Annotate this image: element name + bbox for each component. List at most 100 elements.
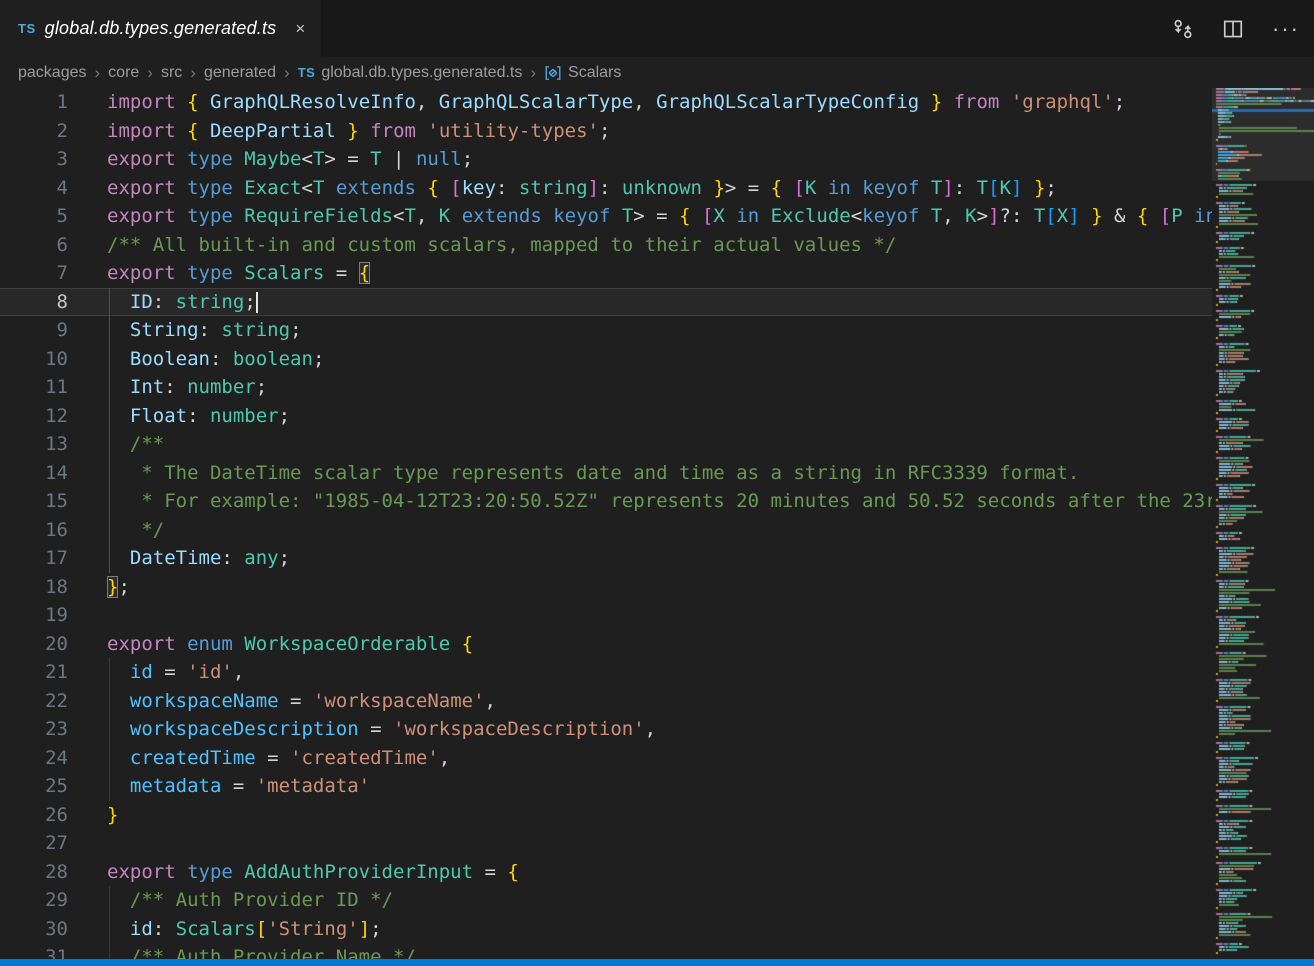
- code-line[interactable]: 12 Float: number;: [0, 402, 1212, 431]
- code-text: * For example: "1985-04-12T23:20:50.52Z"…: [107, 490, 1212, 512]
- code-line[interactable]: 26}: [0, 801, 1212, 830]
- open-changes-icon[interactable]: [1172, 18, 1194, 40]
- code-text: export type Scalars = {: [107, 262, 370, 284]
- chevron-right-icon: ›: [284, 64, 290, 81]
- line-number[interactable]: 29: [0, 886, 68, 915]
- line-number[interactable]: 12: [0, 402, 68, 431]
- line-number[interactable]: 21: [0, 658, 68, 687]
- code-text: import { GraphQLResolveInfo, GraphQLScal…: [107, 91, 1125, 113]
- code-line[interactable]: 9 String: string;: [0, 316, 1212, 345]
- breadcrumb-symbol-name: Scalars: [568, 64, 621, 82]
- breadcrumb-file[interactable]: TS global.db.types.generated.ts: [298, 64, 523, 82]
- code-line[interactable]: 1 import { GraphQLResolveInfo, GraphQLSca…: [0, 88, 1212, 117]
- code-line[interactable]: 24 createdTime = 'createdTime',: [0, 744, 1212, 773]
- line-number[interactable]: 19: [0, 601, 68, 630]
- code-text: */: [107, 519, 164, 541]
- line-number[interactable]: 5: [0, 202, 68, 231]
- code-line[interactable]: 15 * For example: "1985-04-12T23:20:50.5…: [0, 487, 1212, 516]
- line-number[interactable]: 6: [0, 231, 68, 260]
- code-line[interactable]: 21 id = 'id',: [0, 658, 1212, 687]
- line-number[interactable]: 27: [0, 829, 68, 858]
- code-line[interactable]: 7 export type Scalars = {: [0, 259, 1212, 288]
- more-actions-icon[interactable]: ···: [1272, 16, 1300, 42]
- line-number[interactable]: 10: [0, 345, 68, 374]
- code-text: id: Scalars['String'];: [107, 918, 382, 940]
- line-number[interactable]: 26: [0, 801, 68, 830]
- line-number[interactable]: 8: [0, 288, 68, 317]
- code-line[interactable]: 19: [0, 601, 1212, 630]
- line-number[interactable]: 23: [0, 715, 68, 744]
- code-text: id = 'id',: [107, 661, 244, 683]
- line-number[interactable]: 11: [0, 373, 68, 402]
- code-line[interactable]: 30 id: Scalars['String'];: [0, 915, 1212, 944]
- line-number[interactable]: 15: [0, 487, 68, 516]
- tab-bar: TS global.db.types.generated.ts ×: [0, 0, 1314, 57]
- code-line[interactable]: 22 workspaceName = 'workspaceName',: [0, 687, 1212, 716]
- typescript-file-icon: TS: [18, 21, 36, 36]
- code-line[interactable]: 28 export type AddAuthProviderInput = {: [0, 858, 1212, 887]
- code-text: /** Auth Provider ID */: [107, 889, 393, 911]
- code-line[interactable]: 3 export type Maybe<T> = T | null;: [0, 145, 1212, 174]
- code-text: /**: [107, 433, 164, 455]
- code-line[interactable]: 18};: [0, 573, 1212, 602]
- code-text: workspaceDescription = 'workspaceDescrip…: [107, 718, 656, 740]
- breadcrumb-symbol[interactable]: Scalars: [544, 64, 621, 82]
- breadcrumb-src[interactable]: src: [161, 64, 182, 82]
- code-line[interactable]: 8 ID: string;: [0, 288, 1212, 317]
- code-text: Float: number;: [107, 405, 290, 427]
- code-line[interactable]: 23 workspaceDescription = 'workspaceDesc…: [0, 715, 1212, 744]
- line-number[interactable]: 4: [0, 174, 68, 203]
- minimap[interactable]: [1212, 88, 1314, 959]
- tab-close-icon[interactable]: ×: [295, 20, 305, 37]
- line-number[interactable]: 30: [0, 915, 68, 944]
- code-text: };: [107, 576, 130, 598]
- code-line[interactable]: 20 export enum WorkspaceOrderable {: [0, 630, 1212, 659]
- code-line[interactable]: 29 /** Auth Provider ID */: [0, 886, 1212, 915]
- breadcrumb-file-name: global.db.types.generated.ts: [321, 64, 522, 82]
- indent-guide: [109, 658, 110, 801]
- code-line[interactable]: 2import { DeepPartial } from 'utility-ty…: [0, 117, 1212, 146]
- code-line[interactable]: 27: [0, 829, 1212, 858]
- tab-global-db-types[interactable]: TS global.db.types.generated.ts ×: [0, 0, 321, 57]
- code-text: Boolean: boolean;: [107, 348, 324, 370]
- code-area[interactable]: 1 import { GraphQLResolveInfo, GraphQLSca…: [0, 88, 1212, 966]
- line-number[interactable]: 18: [0, 573, 68, 602]
- line-number[interactable]: 24: [0, 744, 68, 773]
- breadcrumb-packages[interactable]: packages: [18, 64, 87, 82]
- indent-guide: [109, 288, 110, 573]
- status-bar[interactable]: [0, 959, 1314, 966]
- code-line[interactable]: 13 /**: [0, 430, 1212, 459]
- code-text: DateTime: any;: [107, 547, 290, 569]
- code-line[interactable]: 17 DateTime: any;: [0, 544, 1212, 573]
- breadcrumb-core[interactable]: core: [108, 64, 139, 82]
- code-line[interactable]: 16 */: [0, 516, 1212, 545]
- line-number[interactable]: 20: [0, 630, 68, 659]
- line-number[interactable]: 22: [0, 687, 68, 716]
- line-number[interactable]: 25: [0, 772, 68, 801]
- code-line[interactable]: 11 Int: number;: [0, 373, 1212, 402]
- line-number[interactable]: 28: [0, 858, 68, 887]
- chevron-right-icon: ›: [95, 64, 101, 81]
- line-number[interactable]: 3: [0, 145, 68, 174]
- code-text: }: [107, 804, 118, 826]
- split-editor-icon[interactable]: [1222, 18, 1244, 40]
- line-number[interactable]: 2: [0, 117, 68, 146]
- breadcrumb-generated[interactable]: generated: [204, 64, 276, 82]
- line-number[interactable]: 14: [0, 459, 68, 488]
- code-text: export enum WorkspaceOrderable {: [107, 633, 473, 655]
- code-text: export type Maybe<T> = T | null;: [107, 148, 473, 170]
- line-number[interactable]: 17: [0, 544, 68, 573]
- code-line[interactable]: 25 metadata = 'metadata': [0, 772, 1212, 801]
- tab-title: global.db.types.generated.ts: [45, 18, 277, 39]
- code-text: export type AddAuthProviderInput = {: [107, 861, 519, 883]
- line-number[interactable]: 7: [0, 259, 68, 288]
- line-number[interactable]: 1: [0, 88, 68, 117]
- line-number[interactable]: 13: [0, 430, 68, 459]
- code-line[interactable]: 10 Boolean: boolean;: [0, 345, 1212, 374]
- code-line[interactable]: 6/** All built-in and custom scalars, ma…: [0, 231, 1212, 260]
- line-number[interactable]: 9: [0, 316, 68, 345]
- code-line[interactable]: 4export type Exact<T extends { [key: str…: [0, 174, 1212, 203]
- line-number[interactable]: 16: [0, 516, 68, 545]
- code-line[interactable]: 14 * The DateTime scalar type represents…: [0, 459, 1212, 488]
- code-line[interactable]: 5export type RequireFields<T, K extends …: [0, 202, 1212, 231]
